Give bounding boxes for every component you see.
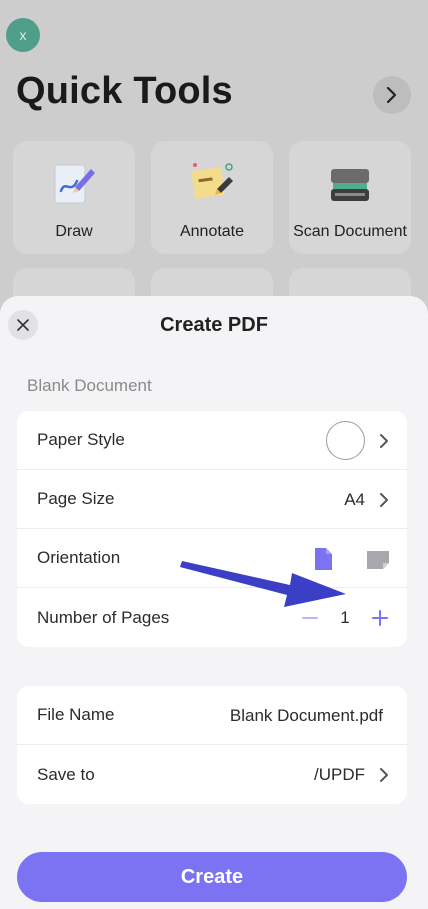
paper-style-swatch[interactable] xyxy=(326,421,365,460)
pen-drawing-icon xyxy=(54,164,95,204)
page-size-value: A4 xyxy=(344,489,365,509)
settings-group: Paper Style Page Size A4 Orientation Num… xyxy=(17,411,407,647)
chevron-right-icon xyxy=(380,492,388,507)
quick-tools-next-button[interactable] xyxy=(373,76,411,114)
quick-tools-title: Quick Tools xyxy=(16,70,233,112)
landscape-orientation-icon[interactable] xyxy=(365,547,391,571)
paper-style-row[interactable]: Paper Style xyxy=(17,411,407,470)
create-button[interactable]: Create xyxy=(17,852,407,902)
file-group: File Name Blank Document.pdf Save to /UP… xyxy=(17,686,407,804)
tool-card-annotate[interactable]: Annotate xyxy=(151,141,273,254)
tool-card-draw[interactable]: Draw xyxy=(13,141,135,254)
tool-card-scan-document[interactable]: Scan Document xyxy=(289,141,411,254)
file-name-row[interactable]: File Name Blank Document.pdf xyxy=(17,686,407,745)
section-label: Blank Document xyxy=(27,376,152,395)
orientation-row: Orientation xyxy=(17,529,407,588)
save-to-row[interactable]: Save to /UPDF xyxy=(17,745,407,804)
number-of-pages-label: Number of Pages xyxy=(37,607,170,627)
tool-label-annotate: Annotate xyxy=(179,223,245,240)
sheet-title: Create PDF xyxy=(160,314,268,336)
tool-label-draw: Draw xyxy=(55,223,93,240)
minus-icon xyxy=(302,616,318,619)
chevron-right-icon xyxy=(386,86,397,104)
decrement-button[interactable] xyxy=(299,607,321,629)
paper-style-label: Paper Style xyxy=(37,430,125,449)
page-size-row[interactable]: Page Size A4 xyxy=(17,470,407,529)
chevron-right-icon xyxy=(380,767,388,782)
create-pdf-sheet: Create PDF Blank Document Paper Style Pa… xyxy=(0,296,428,909)
save-to-label: Save to xyxy=(37,764,95,784)
portrait-orientation-icon[interactable] xyxy=(311,547,335,571)
close-fab-button[interactable]: x xyxy=(6,18,40,52)
close-fab-label: x xyxy=(19,27,27,43)
file-name-value[interactable]: Blank Document.pdf xyxy=(230,706,383,726)
chevron-right-icon xyxy=(380,433,388,448)
scanner-icon xyxy=(331,169,369,201)
save-to-value: /UPDF xyxy=(314,764,365,784)
page-size-label: Page Size xyxy=(37,489,115,508)
increment-button[interactable] xyxy=(369,607,391,629)
file-name-label: File Name xyxy=(37,705,115,724)
page-count-value: 1 xyxy=(340,607,350,627)
tool-label-scan-document: Scan Document xyxy=(293,223,407,240)
number-of-pages-row: Number of Pages 1 xyxy=(17,588,407,647)
sticky-note-icon xyxy=(191,163,233,199)
orientation-label: Orientation xyxy=(37,548,121,567)
plus-icon xyxy=(372,609,388,626)
